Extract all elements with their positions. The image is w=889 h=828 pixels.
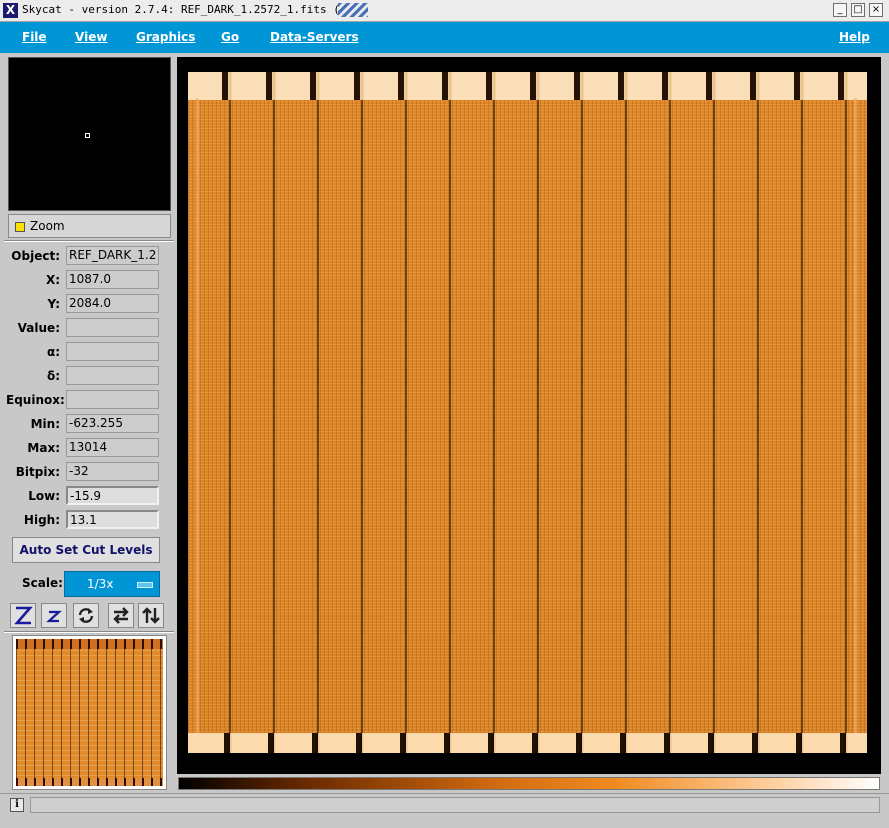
equinox-value: [66, 390, 159, 409]
low-input[interactable]: [66, 486, 159, 505]
pixel-value: [66, 318, 159, 337]
menu-view[interactable]: View: [75, 30, 107, 44]
max-label: Max:: [27, 441, 60, 455]
high-label: High:: [23, 513, 60, 527]
zoom-in-button[interactable]: [10, 603, 36, 628]
info-icon[interactable]: i: [10, 798, 24, 812]
minimize-button[interactable]: _: [833, 3, 847, 17]
image-right-edge: [854, 98, 857, 733]
x-label: X:: [45, 273, 60, 287]
fits-image[interactable]: [188, 72, 867, 753]
delta-label: δ:: [46, 369, 60, 383]
zoom-out-button[interactable]: [41, 603, 67, 628]
rotate-icon: [78, 608, 94, 623]
zoom-window[interactable]: [8, 57, 171, 211]
pixel-value-label: Value:: [17, 321, 60, 335]
image-bottom-band: [188, 733, 867, 753]
zoom-toggle[interactable]: Zoom: [8, 214, 171, 238]
image-canvas[interactable]: [177, 57, 881, 774]
delta-value: [66, 366, 159, 385]
flip-x-icon: [113, 607, 129, 624]
divider: [4, 240, 174, 242]
auto-set-cut-levels-button[interactable]: Auto Set Cut Levels: [12, 537, 160, 563]
zoom-indicator-icon: [15, 222, 25, 232]
y-value: 2084.0: [66, 294, 159, 313]
dropdown-indicator-icon: [137, 582, 153, 588]
object-value: REF_DARK_1.2: [66, 246, 159, 265]
flip-x-button[interactable]: [108, 603, 134, 628]
max-value: 13014: [66, 438, 159, 457]
zoom-out-icon: [46, 610, 62, 623]
alpha-label: α:: [46, 345, 60, 359]
bitpix-value: -32: [66, 462, 159, 481]
scale-label: Scale:: [22, 576, 63, 590]
min-label: Min:: [30, 417, 60, 431]
min-value: -623.255: [66, 414, 159, 433]
equinox-label: Equinox:: [6, 393, 65, 407]
close-button[interactable]: ×: [869, 3, 883, 17]
menu-go[interactable]: Go: [221, 30, 239, 44]
high-input[interactable]: [66, 510, 159, 529]
flip-y-icon: [142, 607, 160, 624]
image-top-band: [188, 72, 867, 100]
title-bar: X Skycat - version 2.7.4: REF_DARK_1.257…: [0, 0, 889, 22]
rotate-button[interactable]: [73, 603, 99, 628]
alpha-value: [66, 342, 159, 361]
zoom-label: Zoom: [30, 219, 65, 233]
object-label: Object:: [11, 249, 60, 263]
menu-help[interactable]: Help: [839, 30, 870, 44]
menu-data-servers[interactable]: Data-Servers: [270, 30, 359, 44]
menu-bar: File View Graphics Go Data-Servers Help: [0, 22, 889, 53]
low-label: Low:: [28, 489, 60, 503]
scale-select[interactable]: 1/3x: [64, 571, 160, 597]
y-label: Y:: [47, 297, 60, 311]
maximize-button[interactable]: □: [851, 3, 865, 17]
window-title: Skycat - version 2.7.4: REF_DARK_1.2572_…: [22, 3, 354, 16]
title-grip-icon: [338, 3, 368, 17]
image-left-edge: [196, 98, 199, 733]
status-bar: i: [0, 793, 889, 828]
thumbnail-top-band: [16, 639, 163, 649]
colorbar[interactable]: [178, 777, 880, 790]
zoom-cursor-marker: [85, 133, 90, 138]
zoom-in-icon: [14, 606, 33, 625]
scale-value: 1/3x: [87, 577, 114, 591]
menu-file[interactable]: File: [22, 30, 47, 44]
status-message: [30, 797, 880, 813]
menu-graphics[interactable]: Graphics: [136, 30, 195, 44]
thumbnail-image: [16, 639, 163, 786]
x-value: 1087.0: [66, 270, 159, 289]
bitpix-label: Bitpix:: [15, 465, 60, 479]
app-icon[interactable]: X: [3, 3, 18, 18]
divider: [4, 631, 174, 633]
panner-thumbnail[interactable]: [12, 635, 167, 790]
thumbnail-bottom-band: [16, 778, 163, 786]
flip-y-button[interactable]: [138, 603, 164, 628]
